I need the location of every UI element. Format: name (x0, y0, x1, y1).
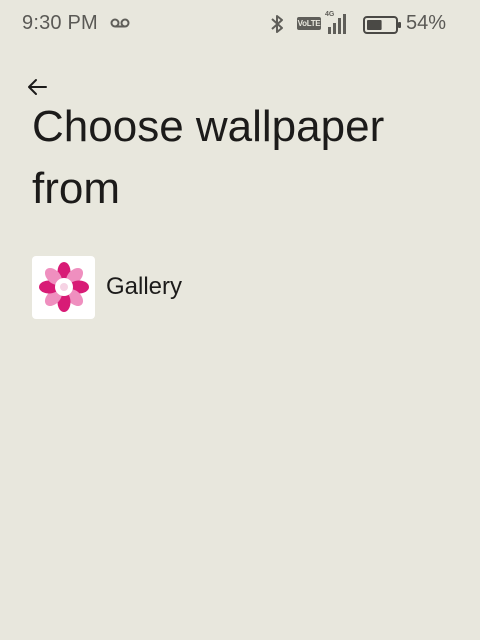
battery-percentage: 54% (406, 12, 447, 34)
page-title: Choose wallpaper from (32, 102, 385, 213)
gallery-option[interactable]: Gallery (32, 254, 452, 320)
status-bar: 9:30 PM VoLTE 4G 54% (0, 0, 480, 48)
bluetooth-icon (271, 15, 283, 33)
battery-icon (363, 16, 401, 34)
signal-icon (328, 14, 346, 34)
gallery-flower-icon (38, 262, 89, 312)
volte-icon: VoLTE (297, 17, 321, 30)
gallery-option-label: Gallery (106, 273, 183, 300)
gallery-app-icon (32, 255, 95, 319)
status-time: 9:30 PM (22, 12, 98, 34)
voicemail-icon (110, 18, 130, 28)
